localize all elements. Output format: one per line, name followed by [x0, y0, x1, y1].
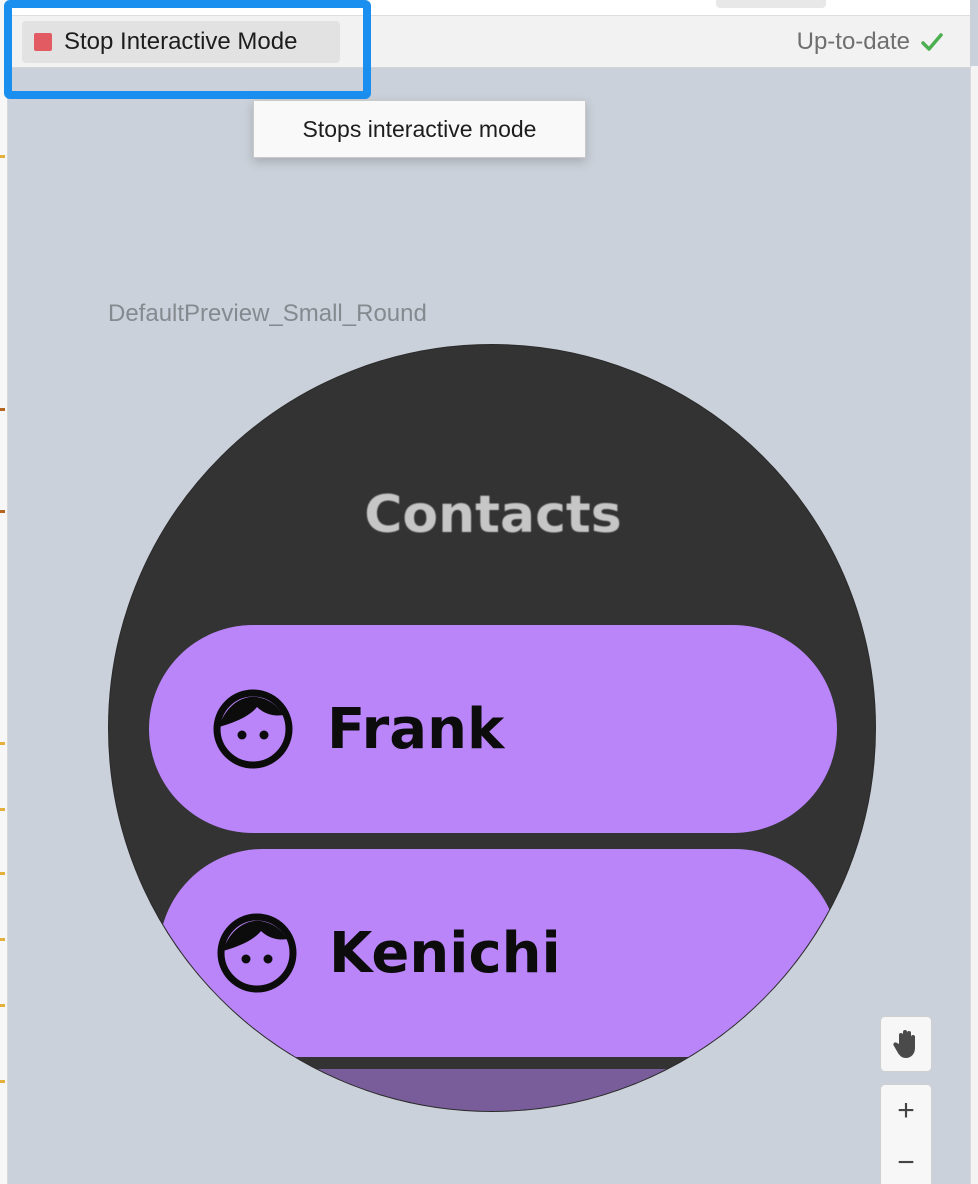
contact-chip-frank[interactable]: Frank	[149, 625, 837, 833]
contact-chip-partial[interactable]	[259, 1069, 739, 1111]
zoom-out-button[interactable]: −	[881, 1137, 931, 1184]
gutter-marker	[0, 155, 5, 158]
gutter-marker	[0, 1004, 5, 1007]
pan-button[interactable]	[880, 1016, 932, 1072]
gutter-marker	[0, 808, 5, 811]
stop-interactive-mode-button[interactable]: Stop Interactive Mode	[22, 21, 340, 63]
round-watch-preview[interactable]: Contacts Frank Kenichi	[108, 344, 876, 1112]
build-status[interactable]: Up-to-date	[797, 16, 944, 68]
status-label: Up-to-date	[796, 28, 910, 55]
contact-chip-kenichi[interactable]: Kenichi	[159, 849, 839, 1057]
tab-strip	[8, 0, 970, 16]
gutter-marker	[0, 742, 5, 745]
stop-interactive-mode-label: Stop Interactive Mode	[64, 28, 298, 55]
gutter-marker	[0, 938, 5, 941]
gutter-marker	[0, 872, 5, 875]
tab-handle[interactable]	[716, 0, 826, 8]
stop-square-icon	[34, 33, 52, 51]
contact-name: Frank	[327, 696, 505, 762]
zoom-in-button[interactable]: +	[881, 1085, 931, 1137]
face-icon	[217, 913, 297, 993]
preview-toolbar: Stop Interactive Mode Up-to-date	[8, 16, 970, 68]
contact-name: Kenichi	[329, 920, 561, 986]
gutter-marker	[0, 408, 5, 411]
zoom-controls: + −	[880, 1084, 932, 1184]
editor-gutter	[0, 0, 8, 1184]
preview-name-label: DefaultPreview_Small_Round	[108, 300, 427, 327]
gutter-marker	[0, 1080, 5, 1083]
tooltip-text: Stops interactive mode	[302, 115, 537, 142]
gutter-marker	[0, 510, 5, 513]
tooltip: Stops interactive mode	[253, 100, 586, 158]
screen-title: Contacts	[364, 485, 622, 545]
face-icon	[213, 689, 293, 769]
checkmark-icon	[921, 33, 943, 51]
hand-pan-icon	[893, 1030, 915, 1058]
side-panel-edge	[970, 66, 978, 1184]
